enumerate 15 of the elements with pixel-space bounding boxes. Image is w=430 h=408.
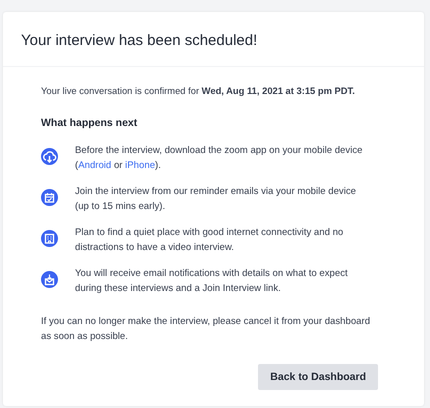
step-text: Before the interview, download the zoom app on your mobile device (Android or iPhone). — [75, 144, 364, 173]
mail-icon — [41, 271, 58, 288]
back-to-dashboard-button[interactable]: Back to Dashboard — [258, 364, 378, 390]
step-text: Join the interview from our reminder emails via your mobile device (up to 15 mins early). — [75, 185, 357, 214]
store-link[interactable]: iPhone — [125, 160, 156, 171]
section-heading: What happens next — [41, 117, 138, 129]
download-icon — [41, 148, 58, 165]
building-icon — [41, 230, 58, 247]
step-text: You will receive email notifications with details on what to expect during these interviews and a Join Interview link. — [75, 267, 349, 296]
store-link[interactable]: Android — [78, 160, 112, 171]
calendar-icon — [41, 189, 58, 206]
dialog-title: Your interview has been scheduled! — [21, 32, 258, 49]
cancel-note: If you can no longer make the interview, please cancel it from your dashboard as soon as possible. — [41, 315, 372, 344]
step-text: Plan to find a quiet place with good internet connectivity and no distractions to have a video interview. — [75, 226, 344, 255]
confirmation-text: Your live conversation is confirmed for Wed, Aug 11, 2021 at 3:15 pm PDT. — [41, 84, 355, 98]
